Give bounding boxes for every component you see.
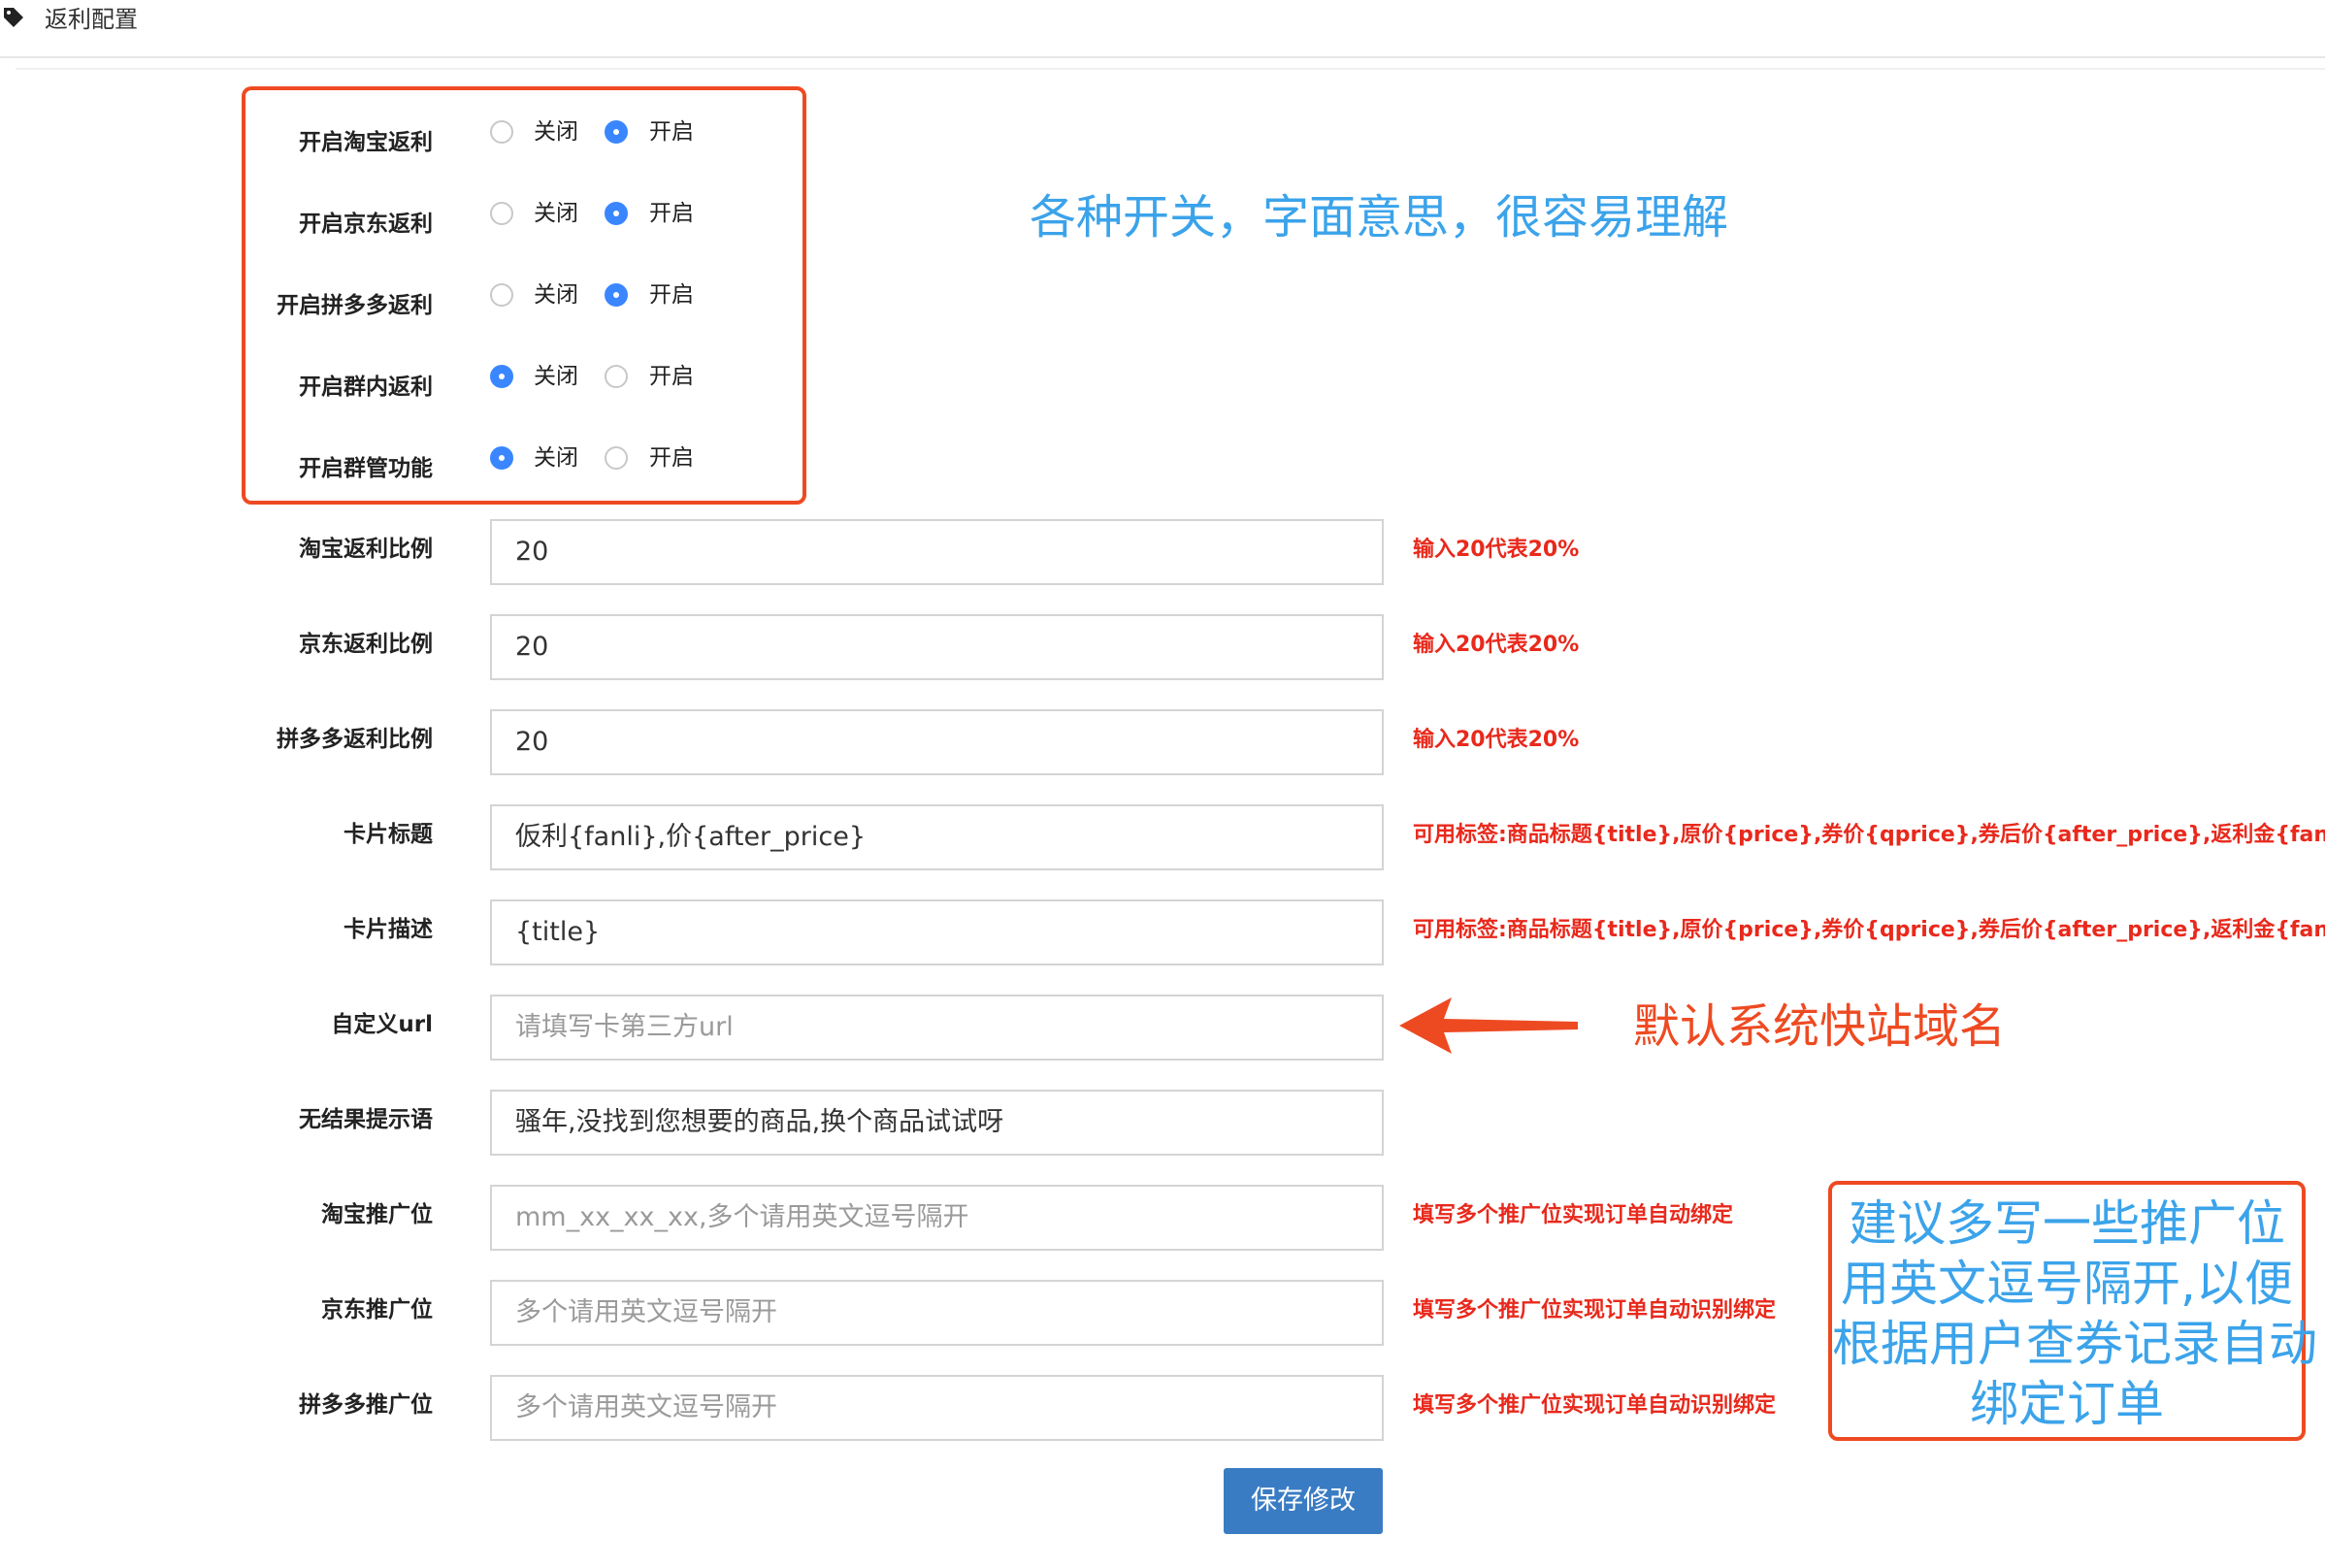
field-label: 无结果提示语 bbox=[299, 1107, 433, 1132]
field-hint: 输入20代表20% bbox=[1413, 728, 1580, 752]
page-header: 返利配置 bbox=[0, 0, 2325, 58]
taobao-ratio-input[interactable]: 20 bbox=[490, 519, 1384, 585]
annotation-advice-note: 建议多写一些推广位 用英文逗号隔开,以便 根据用户查券记录自动 绑定订单 bbox=[1832, 1193, 2317, 1434]
field-hint: 填写多个推广位实现订单自动识别绑定 bbox=[1413, 1393, 1777, 1418]
field-label: 拼多多返利比例 bbox=[277, 727, 433, 752]
jd-ratio-input[interactable]: 20 bbox=[490, 614, 1384, 680]
pdd-pid-input[interactable]: 多个请用英文逗号隔开 bbox=[490, 1375, 1384, 1441]
card-desc-input[interactable]: {title} bbox=[490, 899, 1384, 965]
field-hint: 输入20代表20% bbox=[1413, 633, 1580, 657]
card-title-input[interactable]: 仮利{fanli},价{after_price} bbox=[490, 804, 1384, 870]
taobao-pid-input[interactable]: mm_xx_xx_xx,多个请用英文逗号隔开 bbox=[490, 1185, 1384, 1251]
custom-url-input[interactable]: 请填写卡第三方url bbox=[490, 995, 1384, 1061]
tag-icon bbox=[4, 8, 23, 27]
advice-line: 用英文逗号隔开,以便 bbox=[1841, 1256, 2293, 1312]
field-label: 京东推广位 bbox=[321, 1297, 433, 1323]
field-hint: 填写多个推广位实现订单自动识别绑定 bbox=[1413, 1298, 1777, 1323]
save-button[interactable]: 保存修改 bbox=[1224, 1468, 1383, 1534]
field-label: 淘宝推广位 bbox=[321, 1202, 433, 1227]
field-hint: 输入20代表20% bbox=[1413, 538, 1580, 562]
field-label: 卡片标题 bbox=[344, 822, 433, 847]
advice-line: 根据用户查券记录自动 bbox=[1832, 1316, 2317, 1372]
annotation-highlight-box bbox=[242, 86, 806, 505]
annotation-url-note: 默认系统快站域名 bbox=[1633, 999, 2007, 1054]
field-hint: 可用标签:商品标题{title},原价{price},券价{qprice},券后… bbox=[1413, 918, 2325, 942]
field-hint: 可用标签:商品标题{title},原价{price},券价{qprice},券后… bbox=[1413, 823, 2325, 847]
pdd-ratio-input[interactable]: 20 bbox=[490, 709, 1384, 775]
field-label: 卡片描述 bbox=[344, 917, 433, 942]
no-result-message-input[interactable]: 骚年,没找到您想要的商品,换个商品试试呀 bbox=[490, 1090, 1384, 1156]
field-label: 淘宝返利比例 bbox=[299, 537, 433, 562]
field-label: 自定义url bbox=[331, 1012, 433, 1037]
advice-line: 建议多写一些推广位 bbox=[1849, 1195, 2285, 1252]
field-label: 拼多多推广位 bbox=[299, 1392, 433, 1418]
annotation-arrow-icon bbox=[1399, 997, 1578, 1054]
divider bbox=[16, 68, 2325, 70]
field-label: 京东返利比例 bbox=[299, 632, 433, 657]
page-title: 返利配置 bbox=[45, 6, 138, 33]
annotation-switches-note: 各种开关，字面意思，很容易理解 bbox=[1030, 190, 1729, 245]
advice-line: 绑定订单 bbox=[1970, 1376, 2164, 1432]
jd-pid-input[interactable]: 多个请用英文逗号隔开 bbox=[490, 1280, 1384, 1346]
field-hint: 填写多个推广位实现订单自动绑定 bbox=[1413, 1203, 1734, 1227]
